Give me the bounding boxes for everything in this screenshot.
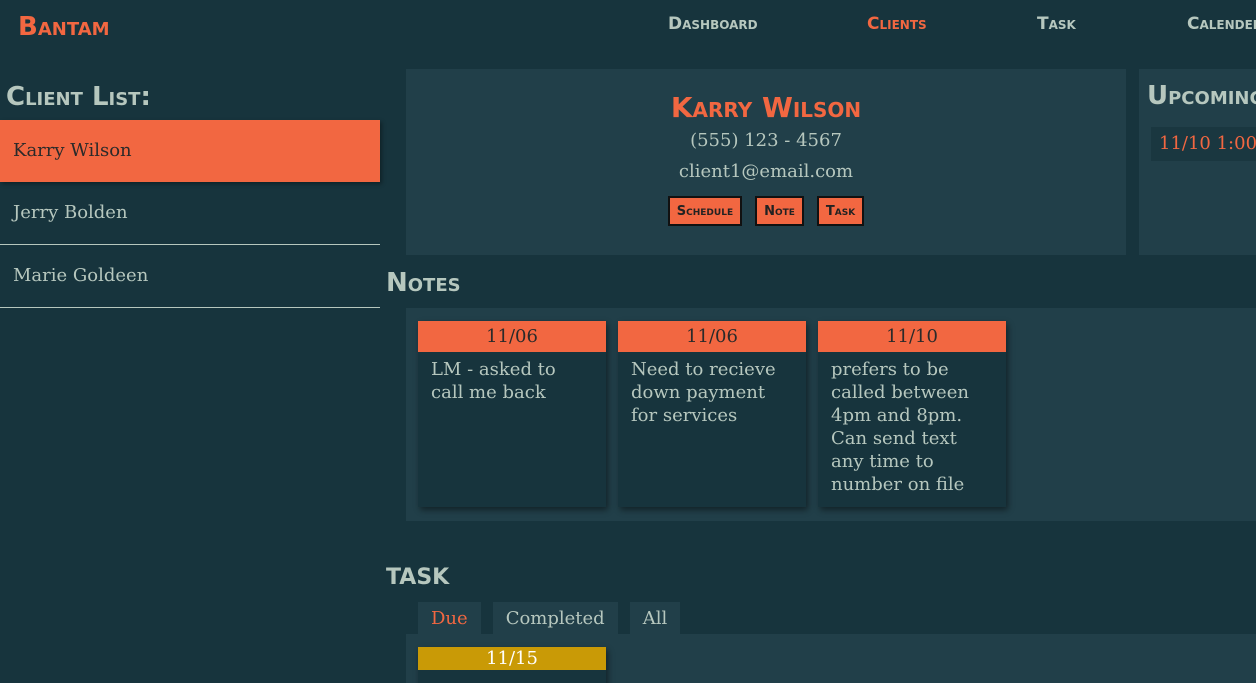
task-tabs: Due Completed All	[418, 602, 681, 635]
tab-due[interactable]: Due	[418, 602, 481, 635]
client-email: client1@email.com	[678, 161, 854, 182]
note-date: 11/06	[618, 321, 806, 352]
schedule-button[interactable]: Schedule	[667, 196, 743, 226]
nav-task[interactable]: Task	[1037, 14, 1076, 34]
note-date: 11/06	[418, 321, 606, 352]
notes-title: Notes	[386, 268, 461, 298]
tab-all[interactable]: All	[629, 602, 681, 635]
task-date: 11/15	[418, 647, 606, 670]
nav-dashboard[interactable]: Dashboard	[668, 14, 758, 34]
app-logo[interactable]: Bantam	[18, 12, 110, 42]
nav-calender[interactable]: Calender	[1187, 14, 1256, 34]
task-panel: 11/15	[406, 634, 1256, 683]
client-item-karry-wilson[interactable]: Karry Wilson	[0, 120, 380, 182]
note-card[interactable]: 11/10 prefers to be called between 4pm a…	[818, 321, 1006, 507]
client-phone: (555) 123 - 4567	[690, 130, 842, 151]
note-text: LM - asked to call me back	[431, 359, 556, 403]
upcoming-panel: Upcoming 11/10 1:00 P	[1139, 69, 1256, 255]
note-card[interactable]: 11/06 Need to recieve down payment for s…	[618, 321, 806, 507]
note-date: 11/10	[818, 321, 1006, 352]
note-text: prefers to be called between 4pm and 8pm…	[831, 359, 969, 495]
client-item-marie-goldeen[interactable]: Marie Goldeen	[0, 245, 380, 308]
notes-panel: 11/06 LM - asked to call me back 11/06 N…	[406, 308, 1256, 521]
upcoming-item[interactable]: 11/10 1:00 P	[1151, 127, 1256, 161]
task-card[interactable]: 11/15	[418, 647, 606, 683]
client-name: Karry Wilson	[670, 91, 862, 124]
client-list: Karry Wilson Jerry Bolden Marie Goldeen	[0, 120, 380, 308]
note-card[interactable]: 11/06 LM - asked to call me back	[418, 321, 606, 507]
client-item-jerry-bolden[interactable]: Jerry Bolden	[0, 182, 380, 245]
task-title: TASK	[386, 565, 450, 590]
nav-clients[interactable]: Clients	[867, 14, 927, 34]
task-button[interactable]: Task	[816, 196, 865, 226]
client-list-title: Client List:	[6, 82, 151, 112]
upcoming-title: Upcoming	[1147, 81, 1256, 111]
tab-completed[interactable]: Completed	[492, 602, 618, 635]
profile-actions: Schedule Note Task	[406, 196, 1126, 226]
client-profile-card: Karry Wilson (555) 123 - 4567 client1@em…	[406, 69, 1126, 255]
note-text: Need to recieve down payment for service…	[631, 359, 776, 426]
note-button[interactable]: Note	[755, 196, 804, 226]
